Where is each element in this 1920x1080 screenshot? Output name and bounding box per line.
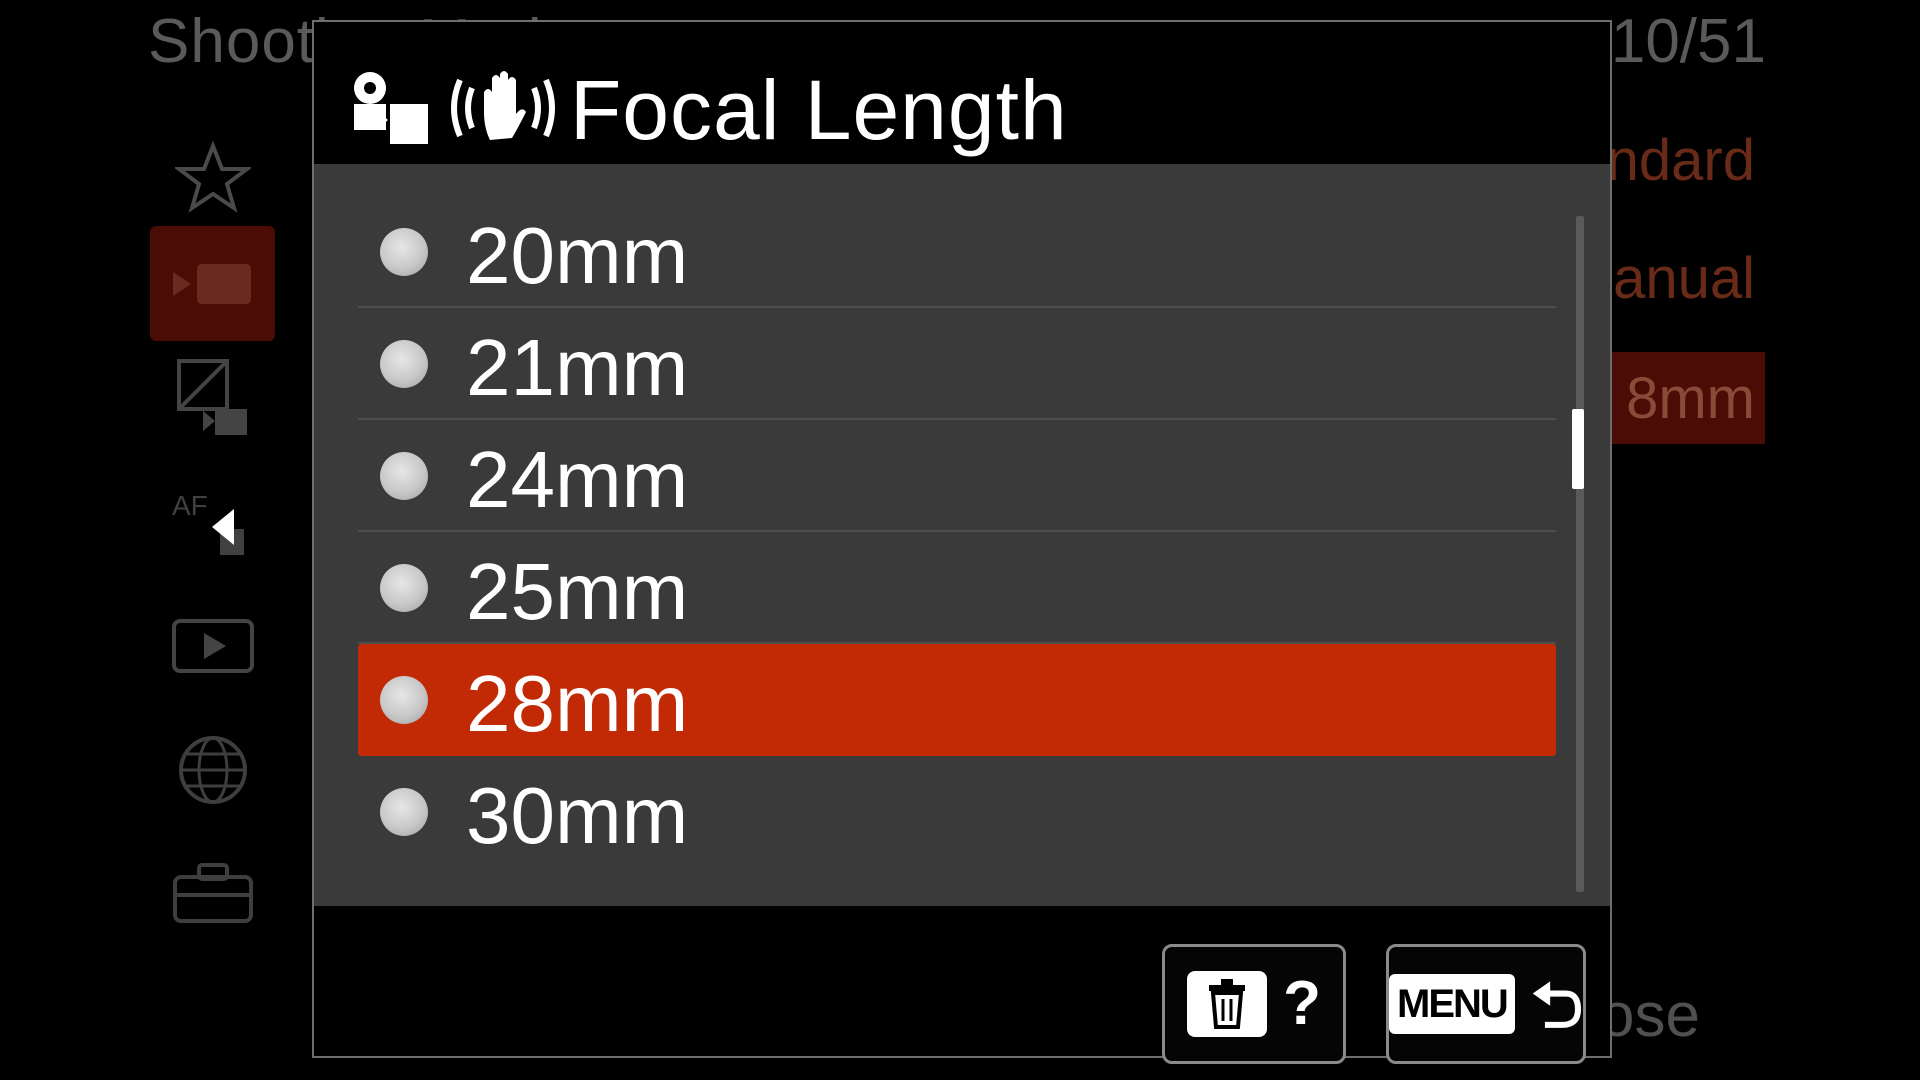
radio-icon [380, 788, 428, 836]
background-value-2: anual [1613, 245, 1755, 311]
option-label: 25mm [466, 547, 689, 636]
network-icon [150, 712, 275, 827]
option-label: 21mm [466, 323, 689, 412]
option-20mm[interactable]: 20mm [358, 196, 1556, 308]
background-page-indicator: 10/51 [1610, 7, 1766, 76]
delete-help-button[interactable]: ? [1162, 944, 1346, 1064]
radio-icon [380, 340, 428, 388]
trash-icon [1187, 971, 1268, 1037]
svg-text:AF: AF [172, 490, 208, 521]
dialog-title: Focal Length [570, 63, 1068, 157]
background-value-1: ndard [1606, 127, 1755, 193]
toolbox-icon [150, 834, 275, 949]
option-label: 30mm [466, 771, 689, 860]
option-label: 20mm [466, 211, 689, 300]
dialog-footer: ? MENU [314, 906, 1610, 1064]
scrollbar-track[interactable] [1576, 216, 1584, 892]
menu-key-label: MENU [1389, 974, 1515, 1034]
exposure-icon [150, 342, 275, 457]
menu-back-button[interactable]: MENU [1386, 944, 1586, 1064]
playback-icon [150, 588, 275, 703]
radio-icon [380, 564, 428, 612]
radio-icon [380, 452, 428, 500]
scrollbar-thumb[interactable] [1572, 409, 1584, 489]
option-label: 24mm [466, 435, 689, 524]
option-24mm[interactable]: 24mm [358, 420, 1556, 532]
option-21mm[interactable]: 21mm [358, 308, 1556, 420]
steadyshot-icon [446, 68, 560, 153]
option-28mm[interactable]: 28mm [358, 644, 1556, 756]
help-icon: ? [1283, 969, 1321, 1038]
background-close-label: ose [1600, 981, 1700, 1050]
focal-length-list: 20mm 21mm 24mm 25mm 28mm 30mm [314, 164, 1610, 906]
radio-icon [380, 228, 428, 276]
focal-length-dialog: Focal Length 20mm 21mm 24mm 25mm 28mm 30… [312, 20, 1612, 1064]
camera-settings-icon [350, 68, 430, 153]
option-25mm[interactable]: 25mm [358, 532, 1556, 644]
radio-icon [380, 676, 428, 724]
af-icon: AF [150, 468, 275, 583]
option-30mm[interactable]: 30mm [358, 756, 1556, 868]
back-arrow-icon [1532, 981, 1581, 1028]
option-label: 28mm [466, 659, 689, 748]
star-icon [150, 120, 275, 235]
movie-camera-icon [150, 226, 275, 341]
background-value-selected: 8mm [1595, 352, 1765, 444]
dialog-header: Focal Length [314, 22, 1610, 164]
